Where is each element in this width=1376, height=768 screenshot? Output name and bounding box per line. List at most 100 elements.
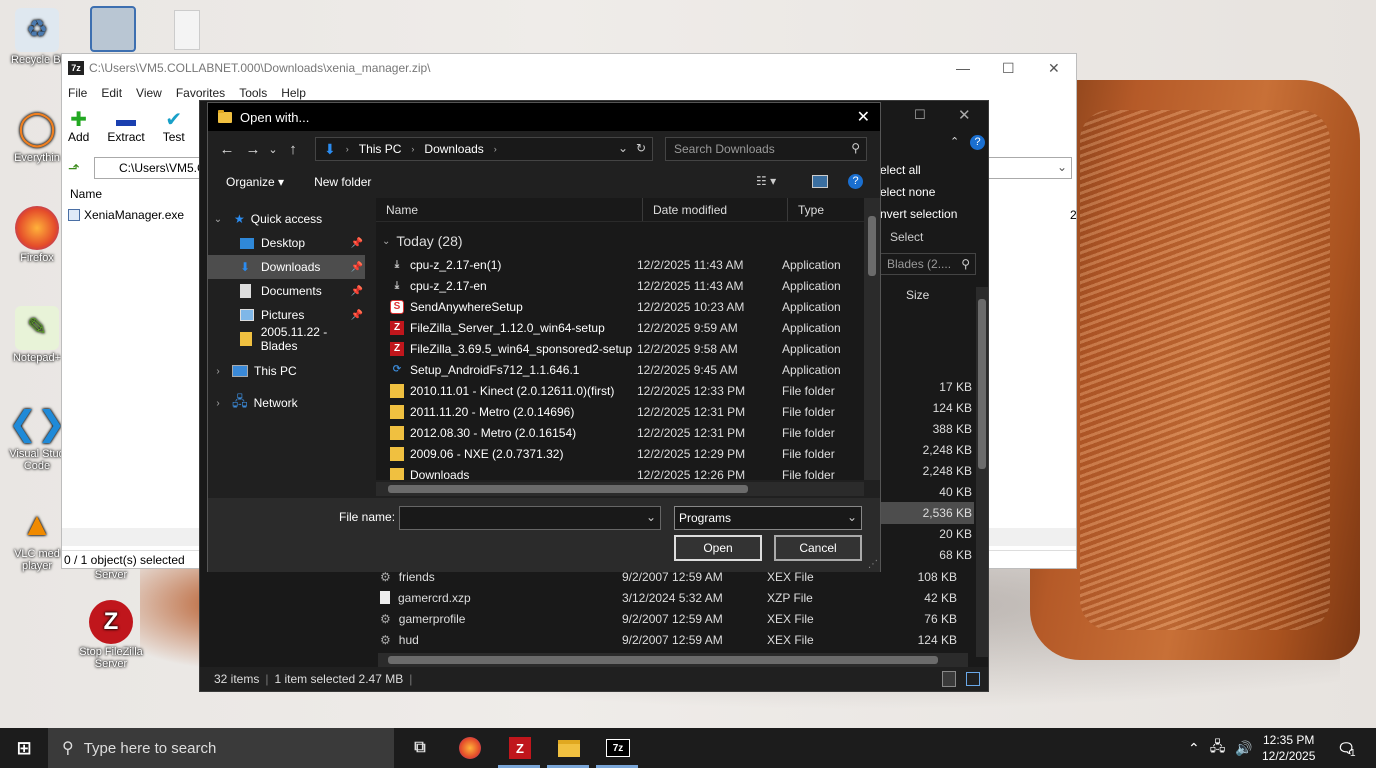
menu-view[interactable]: View xyxy=(136,86,162,100)
ribbon-invert-selection[interactable]: nvert selection xyxy=(880,207,957,221)
nav-this-pc[interactable]: › This PC xyxy=(208,359,365,383)
volume-icon[interactable]: 🔊 xyxy=(1235,740,1252,757)
chevron-down-icon[interactable]: ⌄ xyxy=(618,141,628,155)
nav-blades-folder[interactable]: 2005.11.22 - Blades xyxy=(208,325,365,353)
file-row[interactable]: Z FileZilla_Server_1.12.0_win64-setup 12/… xyxy=(376,317,864,338)
task-view-icon[interactable]: ⧉ xyxy=(406,734,434,762)
file-name-input[interactable]: ⌄ xyxy=(399,506,661,530)
7zip-taskbar-icon[interactable]: 7z xyxy=(604,734,632,762)
close-icon[interactable]: ✕ xyxy=(1048,60,1060,77)
refresh-icon[interactable]: ↻ xyxy=(636,141,646,155)
filezilla-taskbar-icon[interactable]: Z xyxy=(506,734,534,762)
close-icon[interactable]: ✕ xyxy=(958,106,971,124)
folder-row[interactable]: 2012.08.30 - Metro (2.0.16154) 12/2/2025… xyxy=(376,422,864,443)
windows-start-icon[interactable]: ⊞ xyxy=(10,734,38,762)
recent-chevron-icon[interactable]: ⌄ xyxy=(266,143,280,156)
network-tray-icon[interactable]: 🖧 xyxy=(1210,736,1226,760)
new-folder-button[interactable]: New folder xyxy=(314,175,371,189)
nav-network[interactable]: › 🖧 Network xyxy=(208,391,365,415)
resize-grip-icon[interactable]: ⋰ xyxy=(868,559,878,570)
nav-documents[interactable]: Documents 📌 xyxy=(208,279,365,303)
chevron-up-icon[interactable]: ⌃ xyxy=(1188,740,1200,757)
menu-edit[interactable]: Edit xyxy=(101,86,122,100)
chevron-down-icon[interactable]: ⌄ xyxy=(847,510,857,524)
chevron-down-icon[interactable]: ⌄ xyxy=(1057,160,1067,174)
view-options-icon[interactable]: ☷ ▾ xyxy=(756,174,776,188)
nav-desktop[interactable]: Desktop 📌 xyxy=(208,231,365,255)
7zip-file-row[interactable]: XeniaManager.exe xyxy=(68,206,184,224)
computer-desktop-icon[interactable] xyxy=(90,6,136,52)
file-row[interactable]: S SendAnywhereSetup 12/2/2025 10:23 AM Ap… xyxy=(376,296,864,317)
file-row[interactable]: ⤓ cpu-z_2.17-en(1) 12/2/2025 11:43 AM App… xyxy=(376,254,864,275)
taskbar-search[interactable]: ⚲ Type here to search xyxy=(48,728,394,768)
open-button[interactable]: Open xyxy=(674,535,762,561)
desktop-icon-stop-filezilla[interactable]: Z Stop FileZilla Server xyxy=(78,600,144,670)
dark-vertical-scrollbar[interactable] xyxy=(976,287,988,657)
maximize-icon[interactable]: ☐ xyxy=(914,107,926,123)
minimize-icon[interactable]: — xyxy=(956,60,970,76)
chevron-right-icon[interactable]: › xyxy=(208,366,228,377)
file-row[interactable]: ⤓ cpu-z_2.17-en 12/2/2025 11:43 AM Applic… xyxy=(376,275,864,296)
folder-row[interactable]: Downloads 12/2/2025 12:26 PM File folder xyxy=(376,464,864,480)
organize-button[interactable]: Organize ▾ xyxy=(226,175,284,189)
folder-row[interactable]: 2011.11.20 - Metro (2.0.14696) 12/2/2025… xyxy=(376,401,864,422)
chevron-up-icon[interactable]: ⌃ xyxy=(950,135,959,148)
menu-tools[interactable]: Tools xyxy=(239,86,267,100)
ribbon-select-none[interactable]: elect none xyxy=(880,185,935,199)
explorer-taskbar-icon[interactable] xyxy=(555,734,583,762)
forward-arrow-icon[interactable]: → xyxy=(240,141,266,158)
nav-downloads[interactable]: ⬇ Downloads 📌 xyxy=(208,255,365,279)
file-list-horizontal-scrollbar[interactable] xyxy=(376,482,864,496)
file-list-vertical-scrollbar[interactable] xyxy=(864,198,880,480)
chevron-down-icon[interactable]: ⌄ xyxy=(208,214,228,225)
dark-column-size[interactable]: Size xyxy=(906,288,929,302)
menu-help[interactable]: Help xyxy=(281,86,306,100)
firefox-taskbar-icon[interactable] xyxy=(456,734,484,762)
maximize-icon[interactable]: ☐ xyxy=(1002,60,1015,77)
test-button[interactable]: ✔ Test xyxy=(163,110,185,144)
pin-icon[interactable]: 📌 xyxy=(351,310,363,321)
table-row[interactable]: ⚙ hud 9/2/2007 12:59 AM XEX File 124 KB xyxy=(380,629,957,650)
file-desktop-icon[interactable] xyxy=(174,10,200,50)
search-input[interactable]: Search Downloads ⚲ xyxy=(665,137,867,161)
help-icon[interactable]: ? xyxy=(970,135,985,150)
chevron-down-icon[interactable]: ⌄ xyxy=(646,510,656,524)
add-button[interactable]: ✚ Add xyxy=(68,110,89,144)
breadcrumb-this-pc[interactable]: This PC xyxy=(359,142,402,156)
menu-file[interactable]: File xyxy=(68,86,87,100)
ribbon-select-all[interactable]: elect all xyxy=(880,163,921,177)
help-icon[interactable]: ? xyxy=(848,174,863,189)
table-row[interactable]: ⚙ gamerprofile 9/2/2007 12:59 AM XEX File… xyxy=(380,608,957,629)
extract-button[interactable]: ▬ Extract xyxy=(107,110,144,144)
chevron-right-icon[interactable]: › xyxy=(208,398,228,409)
file-row[interactable]: ⟳ Setup_AndroidFs712_1.1.646.1 12/2/2025 … xyxy=(376,359,864,380)
dark-search-box[interactable]: Blades (2.... ⚲ xyxy=(880,253,976,275)
folder-row[interactable]: 2009.06 - NXE (2.0.7371.32) 12/2/2025 12… xyxy=(376,443,864,464)
nav-pictures[interactable]: Pictures 📌 xyxy=(208,303,365,327)
back-arrow-icon[interactable]: ← xyxy=(214,141,240,158)
pin-icon[interactable]: 📌 xyxy=(351,262,363,273)
table-row[interactable]: gamercrd.xzp 3/12/2024 5:32 AM XZP File … xyxy=(380,587,957,608)
breadcrumb-downloads[interactable]: Downloads xyxy=(424,142,483,156)
close-icon[interactable]: ✕ xyxy=(857,107,870,127)
up-arrow-icon[interactable]: ↑ xyxy=(280,141,306,158)
details-view-icon[interactable] xyxy=(942,671,956,687)
file-row[interactable]: Z FileZilla_3.69.5_win64_sponsored2-setup… xyxy=(376,338,864,359)
column-date-modified[interactable]: Date modified xyxy=(643,198,788,221)
folder-row[interactable]: 2010.11.01 - Kinect (2.0.12611.0)(first)… xyxy=(376,380,864,401)
up-folder-icon[interactable]: ⬏ xyxy=(68,160,80,177)
column-type[interactable]: Type xyxy=(788,198,864,221)
column-name[interactable]: Name xyxy=(376,198,643,221)
address-bar[interactable]: ⬇ › This PC › Downloads › ⌄ ↻ xyxy=(315,137,653,161)
cancel-button[interactable]: Cancel xyxy=(774,535,862,561)
preview-pane-icon[interactable] xyxy=(812,175,828,188)
group-header-today[interactable]: ⌄ Today (28) xyxy=(376,228,864,254)
pin-icon[interactable]: 📌 xyxy=(351,286,363,297)
menu-favorites[interactable]: Favorites xyxy=(176,86,225,100)
tiles-view-icon[interactable] xyxy=(966,672,980,686)
file-type-select[interactable]: Programs ⌄ xyxy=(674,506,862,530)
taskbar-clock[interactable]: 12:35 PM 12/2/2025 xyxy=(1262,732,1315,764)
dark-horizontal-scrollbar[interactable] xyxy=(378,653,968,667)
pin-icon[interactable]: 📌 xyxy=(351,238,363,249)
nav-quick-access[interactable]: ⌄ ★ Quick access xyxy=(208,207,365,231)
